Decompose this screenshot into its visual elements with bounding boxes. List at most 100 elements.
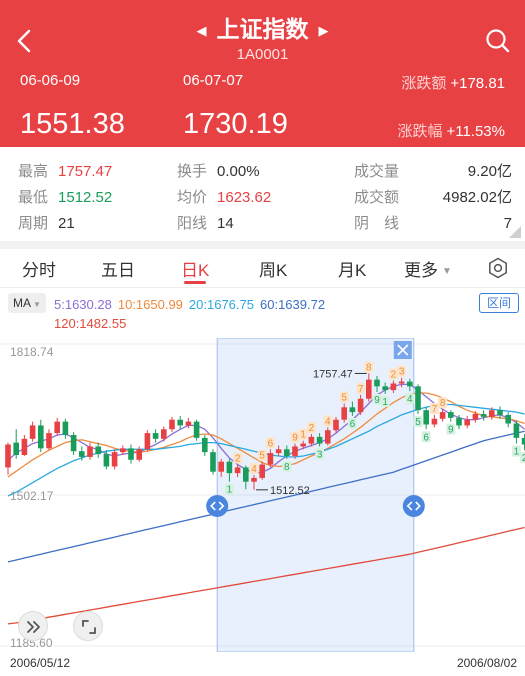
- tab-five-day[interactable]: 五日: [101, 256, 135, 281]
- prev-index-icon[interactable]: ◀: [197, 23, 207, 38]
- search-icon[interactable]: [485, 28, 511, 54]
- collapse-corner-icon[interactable]: [507, 224, 521, 238]
- candle-body: [505, 414, 511, 424]
- marker-label: 1: [300, 430, 306, 441]
- ma120-value: 120:1482.55: [54, 316, 127, 331]
- change-amount: 涨跌额 +178.81: [401, 72, 505, 93]
- marker-label: 1: [514, 447, 520, 458]
- stat-volume-label: 成交量: [354, 163, 400, 180]
- stat-turnover-label: 换手: [177, 163, 208, 180]
- marker-label: 3: [399, 367, 405, 378]
- stat-avg-value: 1623.62: [217, 189, 272, 206]
- stat-turnover: 换手 0.00%: [177, 159, 260, 185]
- y-axis-mid: 1502.17: [10, 489, 54, 503]
- range-end-date: 06-07-07: [183, 72, 244, 89]
- range-button[interactable]: 区间: [479, 293, 519, 313]
- tab-monthly-k[interactable]: 月K: [338, 256, 366, 281]
- stat-turnover-value: 0.00%: [217, 163, 260, 180]
- candle-body: [111, 452, 118, 467]
- ma-legend-row-2: 120:1482.55: [54, 316, 132, 331]
- stat-high-label: 最高: [18, 163, 49, 180]
- marker-label: 5: [259, 451, 265, 462]
- marker-label: 6: [423, 432, 429, 443]
- ma-legend-row-1: 5:1630.28 10:1650.99 20:1676.75 60:1639.72: [54, 297, 331, 312]
- candle-body: [292, 446, 298, 456]
- candle-body: [439, 412, 446, 419]
- candle-body: [325, 430, 331, 444]
- range-end-price: 1730.19: [183, 108, 288, 140]
- low-marker-label: 1512.52: [270, 485, 310, 497]
- tab-weekly-k[interactable]: 周K: [259, 256, 287, 281]
- title-row: ◀ 上证指数 ▶: [0, 10, 525, 44]
- candle-body: [79, 451, 85, 457]
- candle-body: [333, 419, 339, 431]
- selection-close-button[interactable]: [393, 341, 412, 359]
- candle-body: [103, 454, 110, 467]
- selection-handle-right[interactable]: [402, 495, 425, 517]
- next-index-icon[interactable]: ▶: [319, 23, 329, 38]
- candle-body: [152, 433, 159, 439]
- ma-caret-icon: ▼: [33, 300, 41, 309]
- tab-more[interactable]: 更多 ▼: [404, 256, 452, 281]
- settings-icon[interactable]: [487, 257, 509, 279]
- stat-low-label: 最低: [18, 189, 49, 206]
- ma-indicator-select[interactable]: MA ▼: [8, 293, 46, 313]
- stat-down-count: 阴 线7: [354, 211, 512, 237]
- candle-body: [38, 425, 44, 449]
- y-axis-max: 1818.74: [10, 345, 54, 359]
- stat-up-label: 阳线: [177, 215, 208, 232]
- candle-body: [169, 419, 175, 430]
- stat-amount-value: 4982.02亿: [442, 189, 512, 206]
- stat-period: 周期 21: [18, 211, 75, 237]
- marker-label: 9: [448, 425, 454, 436]
- candle-body: [513, 423, 520, 438]
- double-chevron-icon: [27, 621, 40, 633]
- tabs-border: [0, 287, 525, 288]
- ma10-value: 10:1650.99: [117, 297, 183, 312]
- marker-label: 8: [366, 362, 372, 373]
- candle-body: [259, 464, 265, 478]
- candle-body: [267, 453, 274, 465]
- kline-chart[interactable]: 1245689 123456789 12 345678912 1757.471512.…: [0, 338, 525, 652]
- selection-range[interactable]: [216, 338, 415, 652]
- dropdown-caret-icon: ▼: [442, 266, 452, 278]
- marker-label: 9: [292, 433, 298, 444]
- candle-body: [284, 449, 290, 456]
- tab-intraday[interactable]: 分时: [22, 256, 56, 281]
- index-code: 1A0001: [236, 46, 289, 63]
- stat-period-value: 21: [58, 215, 75, 232]
- stat-high-value: 1757.47: [58, 163, 113, 180]
- marker-label: 8: [440, 398, 446, 409]
- ma-select-label: MA: [13, 296, 31, 310]
- candle-body: [21, 438, 28, 456]
- candle-body: [341, 407, 347, 420]
- selection-handle-left[interactable]: [206, 495, 229, 517]
- stat-high: 最高 1757.47: [18, 159, 112, 185]
- candle-body: [161, 429, 167, 439]
- candle-body: [234, 467, 241, 474]
- stat-up-count: 阳线 14: [177, 211, 234, 237]
- candle-body: [193, 421, 200, 438]
- reset-zoom-button[interactable]: [73, 611, 103, 641]
- tab-daily-k[interactable]: 日K: [181, 256, 209, 281]
- stat-volume-value: 9.20亿: [467, 163, 512, 180]
- candle-body: [13, 442, 19, 456]
- candle-body: [407, 381, 413, 387]
- candle-body: [431, 418, 438, 425]
- candle-body: [448, 412, 454, 418]
- candle-body: [46, 433, 52, 449]
- expand-button[interactable]: [18, 611, 48, 641]
- candle-body: [308, 436, 315, 444]
- candle-body: [87, 446, 93, 457]
- stats-panel: 最高 1757.47 换手 0.00% 成交量 9.20亿 最低 1512.52 均价 1…: [0, 155, 525, 240]
- active-tab-indicator: [184, 281, 206, 284]
- candle-body: [54, 421, 60, 434]
- ma20-value: 20:1676.75: [188, 297, 254, 312]
- high-marker-label: 1757.47: [313, 368, 353, 380]
- marker-label: 7: [432, 404, 438, 415]
- candle-body: [398, 381, 405, 384]
- candle-body: [423, 410, 429, 425]
- marker-label: 8: [284, 462, 290, 473]
- stat-low-value: 1512.52: [58, 189, 113, 206]
- candle-body: [185, 421, 192, 426]
